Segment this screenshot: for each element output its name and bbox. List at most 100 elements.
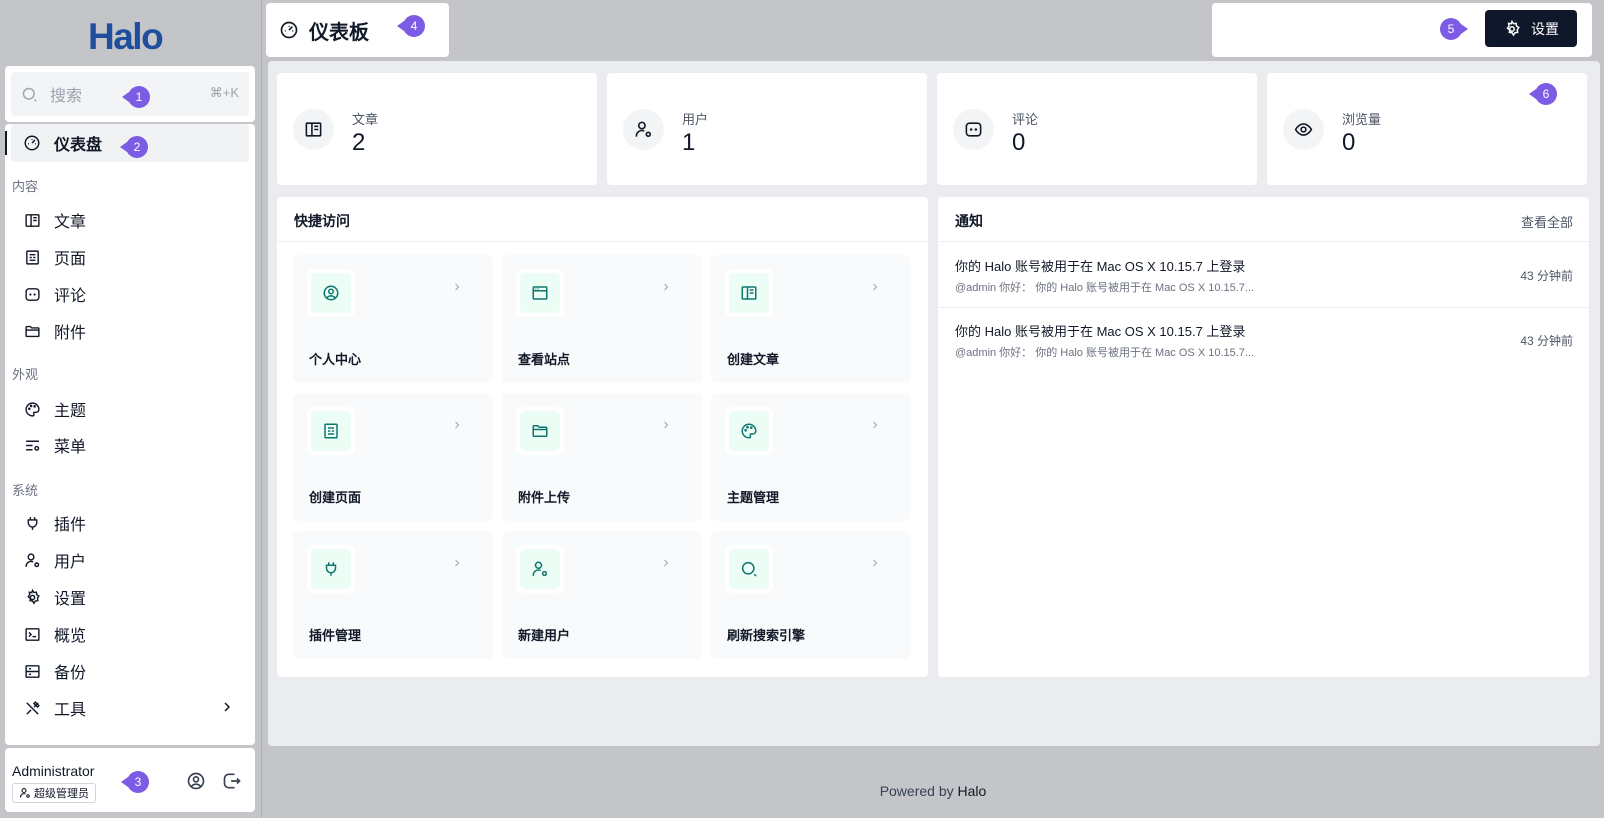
chevron-right-icon	[869, 557, 881, 569]
palette-icon	[729, 411, 769, 451]
plug-icon	[23, 514, 41, 532]
user-cog-icon	[623, 109, 664, 150]
palette-icon	[23, 400, 41, 418]
sidebar-item-label: 文章	[54, 214, 87, 231]
gear-icon	[1503, 19, 1521, 38]
stat-label: 浏览量	[1342, 112, 1382, 127]
sidebar-item-plugins[interactable]: 插件	[11, 504, 249, 542]
sidebar-item-users[interactable]: 用户	[11, 541, 249, 579]
sidebar-item-tools[interactable]: 工具	[11, 689, 249, 727]
quick-tile-create-post[interactable]: 创建文章	[711, 255, 911, 383]
sidebar-item-comments[interactable]: 评论	[11, 275, 249, 313]
quick-tile-label: 附件上传	[518, 490, 571, 505]
quick-tile-label: 个人中心	[309, 352, 362, 367]
sidebar-item-overview[interactable]: 概览	[11, 615, 249, 653]
book-icon	[23, 211, 41, 229]
sidebar-item-backup[interactable]: 备份	[11, 652, 249, 690]
group-label-appearance: 外观	[12, 367, 39, 382]
sidebar-item-label: 备份	[54, 665, 87, 682]
chevron-right-icon	[869, 281, 881, 293]
notification-desc: @admin 你好： 你的 Halo 账号被用于在 Mac OS X 10.15…	[955, 347, 1255, 359]
eye-icon	[1283, 109, 1324, 150]
tour-marker-4[interactable]: 4	[397, 15, 425, 37]
quick-tile-label: 新建用户	[518, 628, 571, 643]
stat-card-users: 用户 1	[607, 73, 927, 185]
quick-tile-label: 刷新搜索引擎	[727, 628, 806, 643]
sidebar-item-themes[interactable]: 主题	[11, 390, 249, 428]
book-icon	[293, 109, 334, 150]
user-circle-icon	[311, 273, 351, 313]
notifications-panel: 通知 查看全部 你的 Halo 账号被用于在 Mac OS X 10.15.7 …	[938, 197, 1589, 677]
sidebar-item-label: 设置	[54, 591, 87, 608]
notification-item[interactable]: 你的 Halo 账号被用于在 Mac OS X 10.15.7 上登录 @adm…	[938, 242, 1589, 307]
stat-value: 1	[682, 129, 696, 156]
user-cog-icon	[23, 551, 41, 569]
notification-time: 43 分钟前	[1520, 334, 1573, 348]
quick-tile-label: 创建页面	[309, 490, 362, 505]
tour-marker-6[interactable]: 6	[1529, 83, 1557, 105]
quick-tile-new-user[interactable]: 新建用户	[502, 531, 702, 659]
sidebar-item-posts[interactable]: 文章	[11, 201, 249, 239]
sidebar-item-label: 用户	[54, 554, 87, 571]
quick-tile-create-page[interactable]: 创建页面	[293, 393, 493, 521]
quick-tile-label: 创建文章	[727, 352, 780, 367]
role-label: 超级管理员	[34, 788, 89, 800]
settings-button[interactable]: 设置	[1485, 10, 1577, 47]
notification-title: 你的 Halo 账号被用于在 Mac OS X 10.15.7 上登录	[955, 324, 1246, 339]
notification-desc: @admin 你好： 你的 Halo 账号被用于在 Mac OS X 10.15…	[955, 282, 1255, 294]
logout-icon	[222, 771, 242, 791]
group-label-system: 系统	[12, 483, 39, 498]
page-title: 仪表板	[309, 21, 369, 44]
quick-tile-icon-box	[516, 269, 564, 317]
comment-icon	[23, 285, 41, 303]
quick-tile-icon-box	[516, 407, 564, 455]
quick-tile-upload-attachment[interactable]: 附件上传	[502, 393, 702, 521]
quick-tile-label: 主题管理	[727, 490, 780, 505]
dashboard-icon	[23, 134, 41, 152]
chevron-right-icon	[451, 557, 463, 569]
quick-tile-profile[interactable]: 个人中心	[293, 255, 493, 383]
chevron-right-icon	[219, 699, 235, 715]
browser-icon	[520, 273, 560, 313]
role-badge: 超级管理员	[12, 783, 96, 803]
profile-button[interactable]	[185, 770, 207, 792]
stat-card-posts: 文章 2	[277, 73, 597, 185]
quick-tile-icon-box	[307, 269, 355, 317]
quick-tile-icon-box	[725, 407, 773, 455]
sidebar-item-label: 评论	[54, 288, 87, 305]
view-all-link[interactable]: 查看全部	[1521, 212, 1573, 231]
quick-tile-plugin-management[interactable]: 插件管理	[293, 531, 493, 659]
tools-icon	[23, 699, 41, 717]
quick-tile-icon-box	[725, 545, 773, 593]
page-icon	[23, 248, 41, 266]
quick-access-title: 快捷访问	[294, 213, 350, 229]
sidebar-item-label: 页面	[54, 251, 87, 268]
tour-marker-1[interactable]: 1	[122, 86, 150, 108]
gear-icon	[23, 588, 41, 606]
user-cog-icon	[19, 787, 31, 799]
halo-logo[interactable]: Halo	[88, 16, 164, 58]
stat-label: 评论	[1012, 112, 1039, 127]
search-placeholder: 搜索	[50, 88, 83, 105]
sidebar-item-label: 仪表盘	[54, 137, 103, 154]
user-name: Administrator	[12, 763, 95, 779]
tour-marker-2[interactable]: 2	[120, 136, 148, 158]
tour-marker-3[interactable]: 3	[121, 771, 149, 793]
tour-marker-5[interactable]: 5	[1440, 18, 1468, 40]
user-cog-icon	[520, 549, 560, 589]
sidebar-item-attachments[interactable]: 附件	[11, 312, 249, 350]
footer-brand-link[interactable]: Halo	[958, 783, 987, 799]
quick-tile-icon-box	[516, 545, 564, 593]
group-label-content: 内容	[12, 179, 39, 194]
quick-tile-view-site[interactable]: 查看站点	[502, 255, 702, 383]
sidebar-item-pages[interactable]: 页面	[11, 238, 249, 276]
sidebar-item-settings[interactable]: 设置	[11, 578, 249, 616]
logout-button[interactable]	[221, 770, 243, 792]
sidebar-item-menus[interactable]: 菜单	[11, 426, 249, 464]
quick-tile-theme-management[interactable]: 主题管理	[711, 393, 911, 521]
sidebar-item-label: 概览	[54, 628, 87, 645]
notification-item[interactable]: 你的 Halo 账号被用于在 Mac OS X 10.15.7 上登录 @adm…	[938, 307, 1589, 372]
sidebar-item-label: 工具	[54, 702, 87, 719]
quick-tile-refresh-search-engine[interactable]: 刷新搜索引擎	[711, 531, 911, 659]
stat-value: 2	[352, 129, 366, 156]
